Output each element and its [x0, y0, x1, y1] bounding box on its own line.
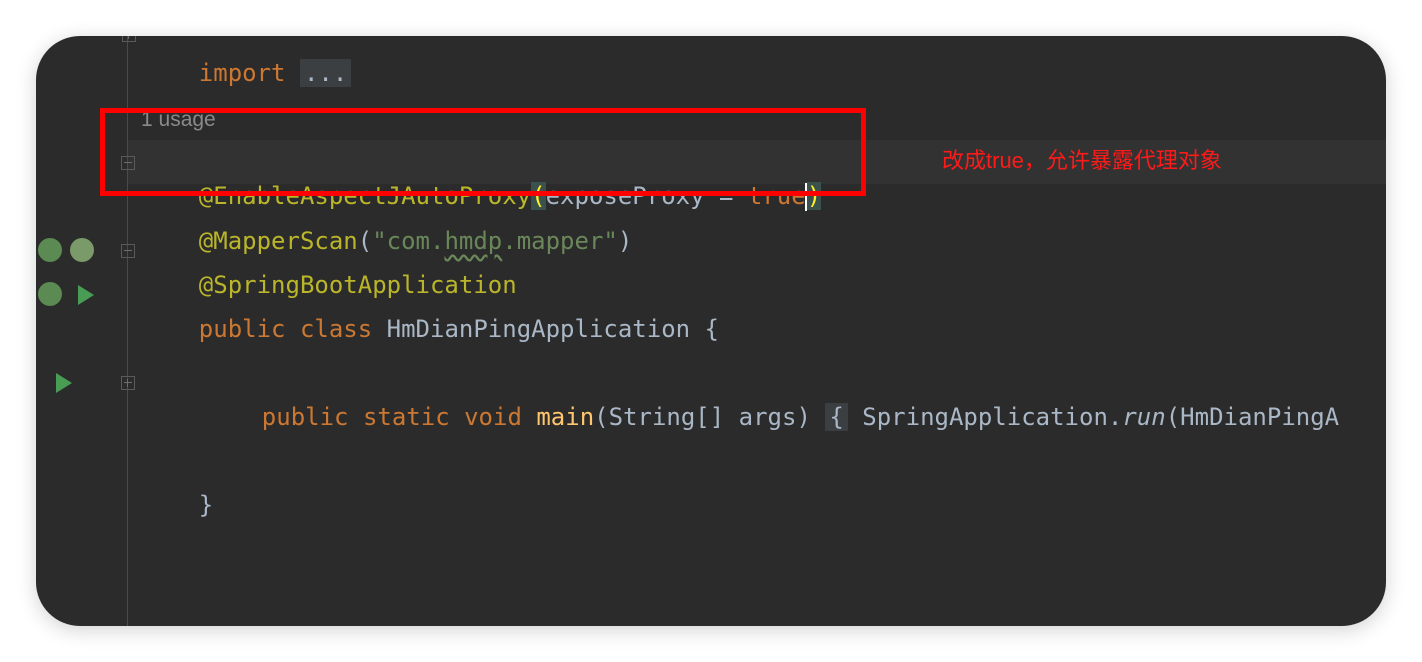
mapper-string-post: .mapper" [502, 227, 618, 255]
call-object: SpringApplication. [862, 403, 1123, 431]
bean-search-icon[interactable] [38, 238, 62, 262]
class-keyword: class [299, 315, 373, 343]
call-function: run [1122, 403, 1166, 431]
main-method-line[interactable]: public static void main(String[] args) {… [204, 366, 1339, 431]
main-params: (String[] args) [594, 403, 811, 431]
annotation-note: 改成true，允许暴露代理对象 [942, 148, 1222, 173]
highlight-box [100, 108, 866, 196]
bean-check-icon[interactable] [70, 238, 94, 262]
class-decl-line[interactable]: public class HmDianPingApplication { [141, 278, 719, 343]
main-public-keyword: public [261, 403, 349, 431]
void-keyword: void [464, 403, 522, 431]
run-main-icon[interactable] [56, 373, 72, 393]
fold-imports-icon[interactable] [122, 36, 136, 42]
import-keyword: import [198, 59, 286, 87]
class-name: HmDianPingApplication [386, 315, 691, 343]
public-keyword: public [198, 315, 286, 343]
spring-boot-line[interactable]: @SpringBootApplication [141, 234, 517, 299]
call-args: (HmDianPingA [1165, 403, 1340, 431]
class-open-brace: { [704, 315, 719, 343]
main-name: main [536, 403, 595, 431]
import-line[interactable]: import ... [141, 36, 352, 87]
class-close-brace: } [198, 491, 214, 519]
static-keyword: static [362, 403, 450, 431]
mapper-close-paren: ) [617, 227, 633, 255]
folded-method-brace[interactable]: { [825, 403, 848, 431]
bean-run-icon[interactable] [38, 282, 62, 306]
fold-main-icon[interactable] [121, 376, 135, 390]
run-icon[interactable] [78, 285, 94, 305]
class-close-line[interactable]: } [141, 454, 213, 519]
fold-class-icon[interactable] [121, 244, 135, 258]
folded-imports[interactable]: ... [299, 59, 352, 87]
